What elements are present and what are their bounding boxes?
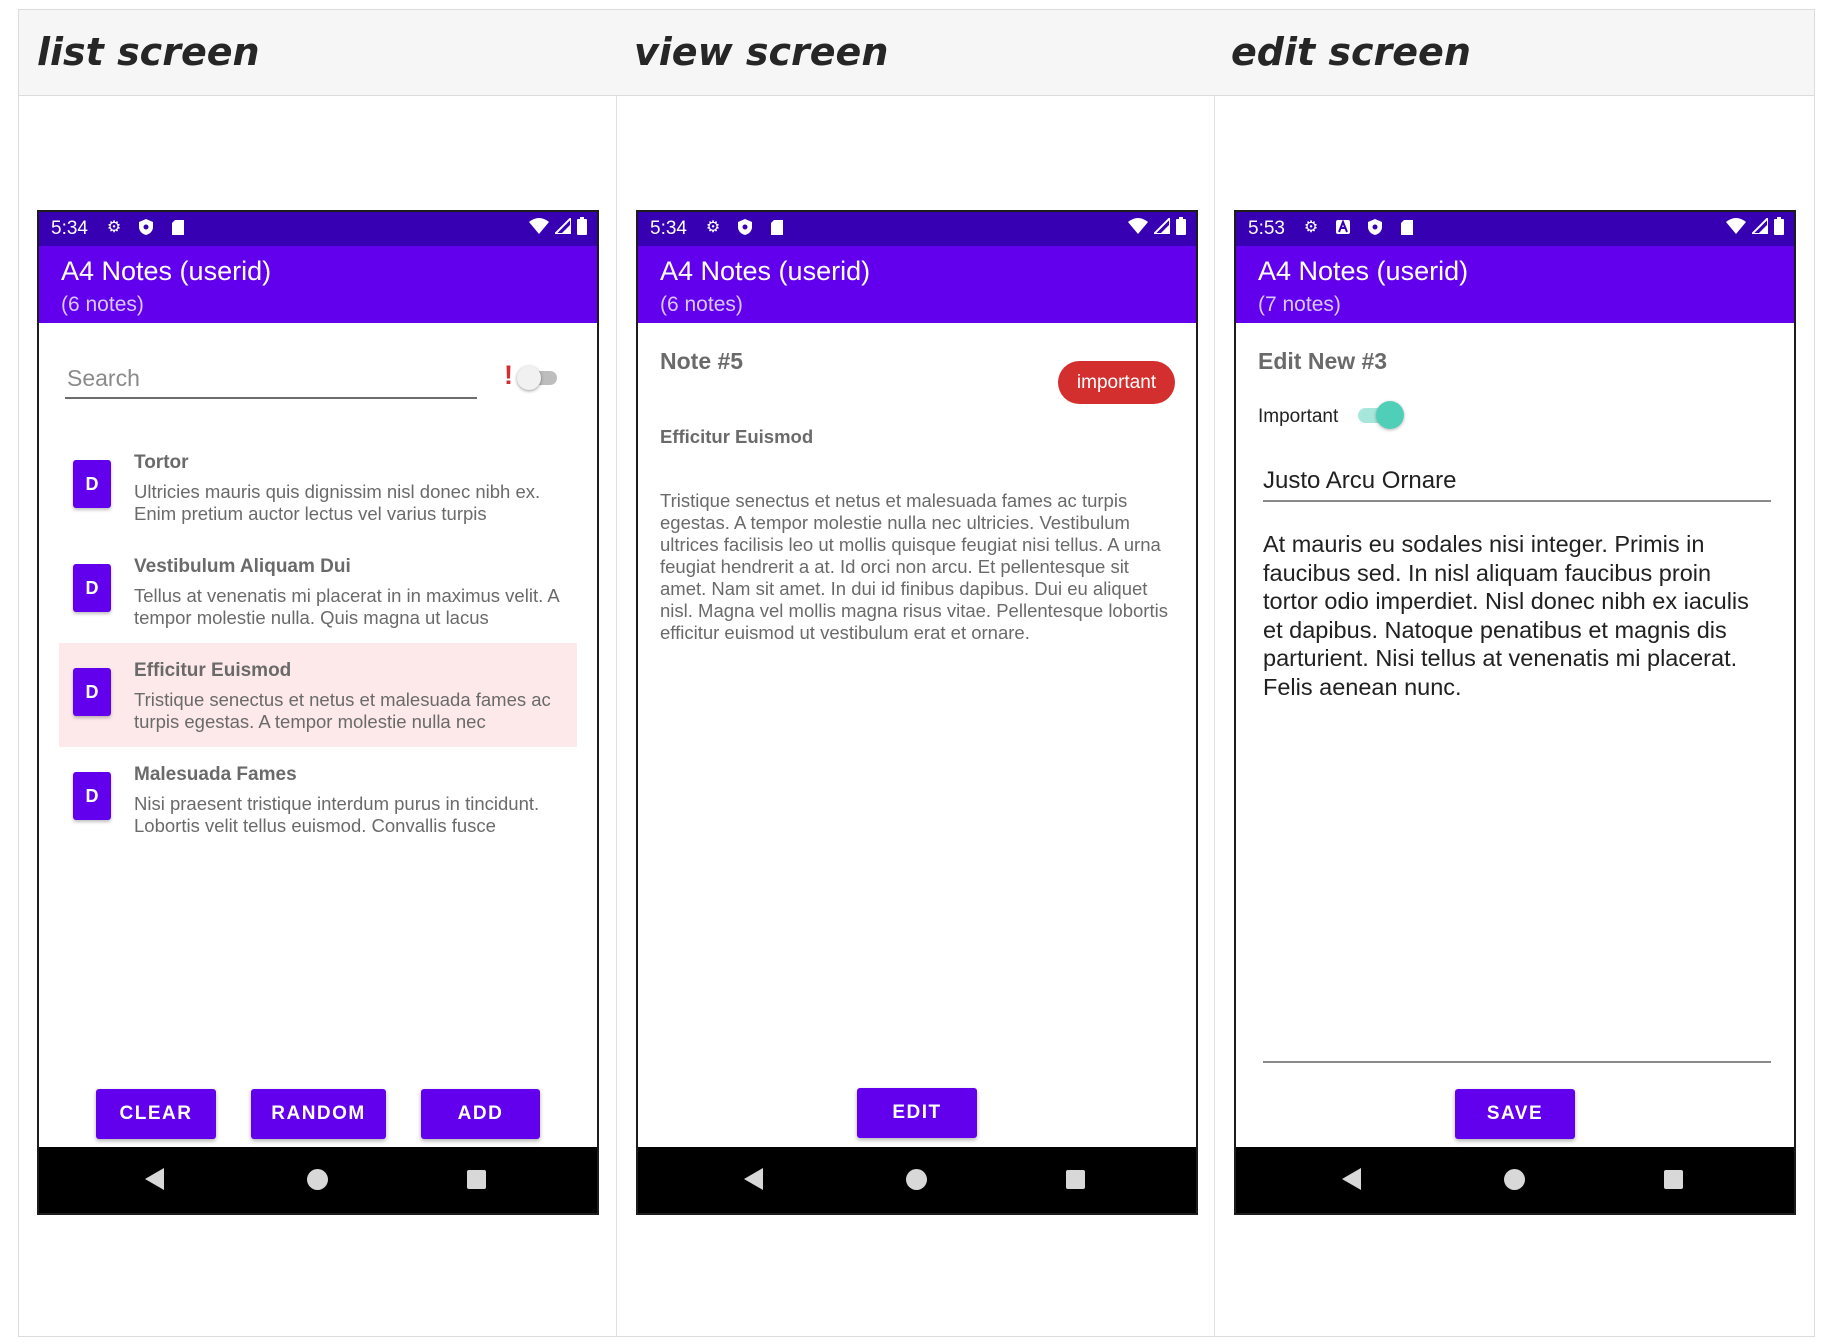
phone-list-screen: 5:34 ⚙ A4 Notes (userid) (6 notes) ! D To…	[37, 210, 599, 1215]
column-title-view: view screen	[634, 30, 889, 74]
navigation-bar	[638, 1147, 1196, 1213]
important-badge: important	[1058, 361, 1175, 404]
status-bar: 5:34 ⚙	[39, 212, 597, 246]
note-list-item[interactable]: D Efficitur Euismod Tristique senectus et …	[59, 643, 577, 747]
navigation-bar	[39, 1147, 597, 1213]
note-count: (6 notes)	[61, 293, 144, 316]
back-icon[interactable]	[744, 1168, 763, 1190]
sd-card-icon	[1398, 218, 1416, 236]
note-title-field[interactable]	[1263, 462, 1771, 502]
notes-list[interactable]: D Tortor Ultricies mauris quis dignissim n…	[59, 435, 577, 838]
status-time: 5:34	[650, 218, 687, 239]
app-title: A4 Notes (userid)	[61, 256, 272, 286]
note-body-field[interactable]: At mauris eu sodales nisi integer. Primi…	[1263, 530, 1771, 1063]
home-icon[interactable]	[307, 1169, 328, 1190]
settings-icon: ⚙	[106, 219, 122, 236]
shield-icon	[736, 218, 754, 236]
battery-icon	[1774, 217, 1784, 241]
add-button[interactable]: ADD	[421, 1089, 540, 1139]
note-item-body: Tristique senectus et netus et malesuada…	[134, 689, 551, 732]
wifi-icon	[529, 218, 549, 240]
column-divider	[616, 96, 617, 1337]
toggle-thumb	[517, 366, 541, 390]
status-time: 5:34	[51, 218, 88, 239]
signal-icon	[1151, 215, 1171, 240]
app-title: A4 Notes (userid)	[1258, 256, 1469, 286]
clear-button[interactable]: CLEAR	[96, 1089, 216, 1139]
note-avatar: D	[73, 668, 111, 716]
note-item-title: Efficitur Euismod	[134, 660, 292, 681]
important-filter-icon: !	[504, 360, 513, 390]
recents-icon[interactable]	[1664, 1170, 1683, 1189]
edit-heading: Edit New #3	[1258, 348, 1388, 374]
phone-edit-screen: 5:53 ⚙ A4 Notes (userid) (7 notes) Edit …	[1234, 210, 1796, 1215]
note-title: Efficitur Euismod	[660, 426, 814, 447]
note-list-item[interactable]: D Vestibulum Aliquam Dui Tellus at venenat…	[59, 539, 577, 643]
back-icon[interactable]	[1342, 1168, 1361, 1190]
app-title: A4 Notes (userid)	[660, 256, 871, 286]
note-list-item[interactable]: D Tortor Ultricies mauris quis dignissim n…	[59, 435, 577, 539]
battery-icon	[1176, 217, 1186, 241]
random-button[interactable]: RANDOM	[251, 1089, 386, 1139]
note-item-body: Nisi praesent tristique interdum purus i…	[134, 793, 540, 836]
note-item-title: Malesuada Fames	[134, 764, 297, 785]
note-item-body: Ultricies mauris quis dignissim nisl don…	[134, 481, 541, 524]
settings-icon: ⚙	[1303, 219, 1319, 236]
important-label: Important	[1258, 406, 1339, 427]
back-icon[interactable]	[145, 1168, 164, 1190]
home-icon[interactable]	[1504, 1169, 1525, 1190]
app-bar: A4 Notes (userid) (7 notes)	[1236, 246, 1794, 323]
important-toggle[interactable]	[1358, 400, 1404, 430]
note-list-item[interactable]: D Malesuada Fames Nisi praesent tristique …	[59, 747, 577, 838]
shield-icon	[137, 218, 155, 236]
app-bar: A4 Notes (userid) (6 notes)	[638, 246, 1196, 323]
column-title-list: list screen	[37, 30, 260, 74]
note-heading: Note #5	[660, 348, 744, 374]
recents-icon[interactable]	[467, 1170, 486, 1189]
wifi-icon	[1726, 218, 1746, 240]
note-avatar: D	[73, 772, 111, 820]
settings-icon: ⚙	[705, 219, 721, 236]
note-item-title: Vestibulum Aliquam Dui	[134, 556, 351, 577]
note-count: (7 notes)	[1258, 293, 1341, 316]
column-divider	[1214, 96, 1215, 1337]
column-title-edit: edit screen	[1231, 30, 1471, 74]
note-item-title: Tortor	[134, 452, 189, 473]
note-item-body: Tellus at venenatis mi placerat in in ma…	[134, 585, 559, 628]
battery-icon	[577, 217, 587, 241]
navigation-bar	[1236, 1147, 1794, 1213]
search-input[interactable]	[65, 359, 477, 399]
wifi-icon	[1128, 218, 1148, 240]
note-avatar: D	[73, 460, 111, 508]
app-bar: A4 Notes (userid) (6 notes)	[39, 246, 597, 323]
save-button[interactable]: SAVE	[1455, 1089, 1575, 1139]
phone-view-screen: 5:34 ⚙ A4 Notes (userid) (6 notes) Note …	[636, 210, 1198, 1215]
note-count: (6 notes)	[660, 293, 743, 316]
edit-button[interactable]: EDIT	[857, 1088, 977, 1138]
sd-card-icon	[169, 218, 187, 236]
a-icon	[1334, 218, 1352, 236]
home-icon[interactable]	[906, 1169, 927, 1190]
toggle-thumb	[1376, 401, 1404, 429]
signal-icon	[552, 215, 572, 240]
note-body: Tristique senectus et netus et malesuada…	[660, 490, 1168, 643]
status-time: 5:53	[1248, 218, 1285, 239]
status-bar: 5:34 ⚙	[638, 212, 1196, 246]
shield-icon	[1366, 218, 1384, 236]
note-avatar: D	[73, 564, 111, 612]
important-filter-toggle[interactable]	[517, 366, 557, 390]
sd-card-icon	[768, 218, 786, 236]
status-bar: 5:53 ⚙	[1236, 212, 1794, 246]
recents-icon[interactable]	[1066, 1170, 1085, 1189]
table-header: list screen view screen edit screen	[19, 10, 1814, 96]
signal-icon	[1749, 215, 1769, 240]
